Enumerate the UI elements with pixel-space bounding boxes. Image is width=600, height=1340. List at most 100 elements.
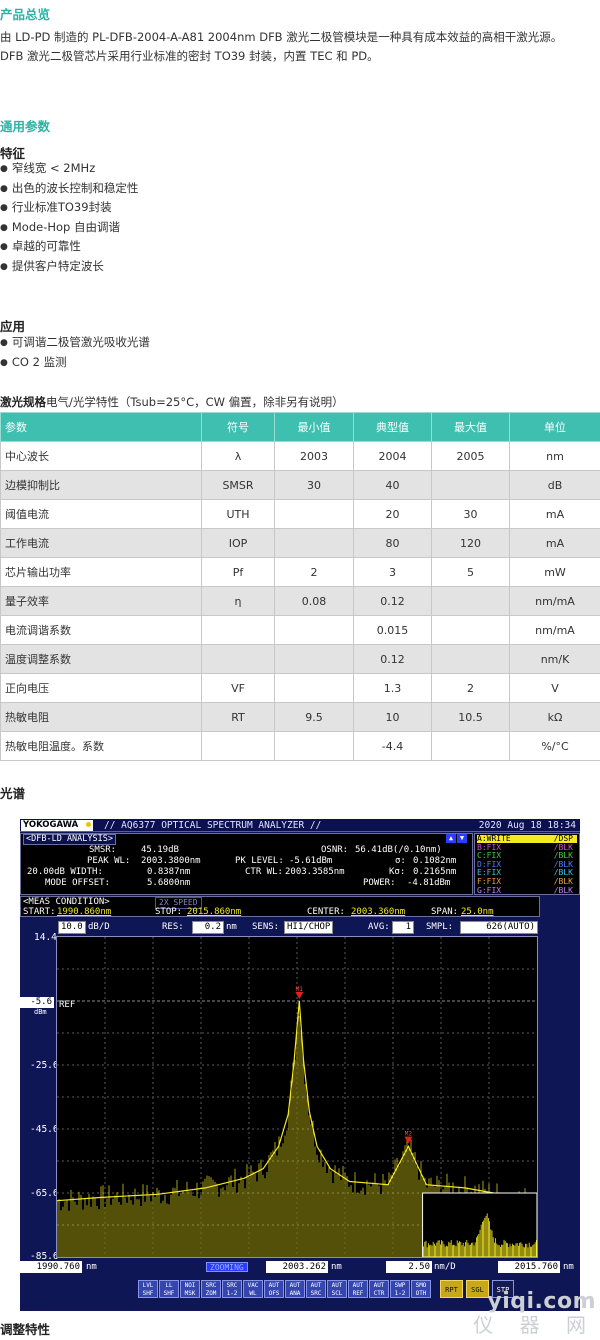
panel-scroll-buttons[interactable]: ▲ ▼ — [445, 834, 467, 843]
spec-value-cell: 80 — [353, 528, 432, 558]
sens-box[interactable]: HI1/CHOP — [284, 921, 334, 934]
spec-value-cell: η — [201, 586, 275, 616]
softkey-sublabel: CTR — [373, 1290, 385, 1297]
overview-line-1: 由 LD-PD 制造的 PL-DFB-2004-A-A81 2004nm DFB… — [0, 30, 563, 44]
spectrum-title: 光谱 — [0, 786, 26, 801]
spec-table: 参数 符号 最小值 典型值 最大值 单位 中心波长 λ 2003 2004 2005 nm 边模抑制比… — [0, 412, 600, 761]
span-label: SPAN: — [431, 907, 459, 917]
softkey-button[interactable]: AUT SRC — [306, 1280, 326, 1298]
settings-row: 10.0 dB/D RES: 0.2 nm SENS: HI1/CHOP AVG… — [20, 920, 580, 934]
softkey-sublabel: ZOM — [205, 1290, 217, 1297]
x-left-box[interactable]: 1990.760 — [20, 1261, 82, 1273]
softkey-label: AUT — [268, 1282, 280, 1289]
mode-offset-value: 5.6800nm — [147, 878, 191, 888]
res-label: RES: — [162, 922, 184, 932]
x-div-box[interactable]: 2.50 — [386, 1261, 432, 1273]
softkey-button[interactable]: SWP 1-2 — [390, 1280, 410, 1298]
res-box[interactable]: 0.2 — [192, 921, 224, 934]
spec-heading: 激光规格电气/光学特性（Tsub=25°C，CW 偏置，除非另有说明） — [0, 394, 344, 410]
x-right-box[interactable]: 2015.760 — [498, 1261, 560, 1273]
softkey-button[interactable]: SRC 1-2 — [222, 1280, 242, 1298]
softkey-label: SRC — [226, 1282, 238, 1289]
softkey-button[interactable]: SMO OTH — [411, 1280, 431, 1298]
spec-heading-bold: 激光规格 — [0, 395, 46, 409]
x-left-value: 1990.760 — [36, 1262, 80, 1272]
softkey-button[interactable]: RPT — [440, 1280, 463, 1298]
avg-value: 1 — [405, 922, 411, 932]
spec-value-cell: 2003 — [274, 441, 354, 471]
x-center-box[interactable]: 2003.262 — [266, 1261, 328, 1273]
watermark-line-1: yiqi.com — [487, 1289, 596, 1314]
overview-line-2: DFB 激光二极管芯片采用行业标准的密封 TO39 封装，内置 TEC 和 PD… — [0, 49, 379, 63]
scroll-down-icon[interactable]: ▼ — [457, 834, 467, 843]
application-item: CO 2 监测 — [0, 353, 150, 373]
softkey-button[interactable]: NOI MSK — [180, 1280, 200, 1298]
spec-row: 中心波长 λ 2003 2004 2005 nm — [0, 441, 600, 471]
span-value: 25.0nm — [461, 907, 494, 917]
spec-value-cell: IOP — [201, 528, 275, 558]
ctr-wl-value: 2003.3585nm — [285, 867, 345, 877]
softkey-button[interactable]: SRC ZOM — [201, 1280, 221, 1298]
spec-value-cell: 3 — [353, 557, 432, 587]
spec-value-cell: %/°C — [509, 731, 600, 761]
yokogawa-logo: YOKOGAWA — [21, 820, 93, 831]
meas-label: <MEAS CONDITION> — [23, 897, 110, 907]
softkey-button[interactable]: LVL SHF — [138, 1280, 158, 1298]
spec-param-cell: 阈值电流 — [0, 499, 202, 529]
softkey-button[interactable]: AUT REF — [348, 1280, 368, 1298]
trace-mode: /BLK — [553, 885, 573, 895]
softkey-sublabel: SHF — [142, 1290, 154, 1297]
osnr-label: OSNR: — [321, 845, 349, 855]
softkey-label: AUT — [373, 1282, 385, 1289]
spec-param-cell: 中心波长 — [0, 441, 202, 471]
softkey-button[interactable]: AUT OFS — [264, 1280, 284, 1298]
spec-value-cell — [274, 673, 354, 703]
smsr-label: SMSR: — [89, 845, 117, 855]
spec-row: 边模抑制比 SMSR 30 40 dB — [0, 470, 600, 500]
softkey-sublabel: SHF — [163, 1290, 175, 1297]
sigma-label: σ: — [395, 856, 406, 866]
meas-condition: <MEAS CONDITION> 2X SPEED START: 1990.86… — [20, 896, 540, 917]
spec-value-cell: mW — [509, 557, 600, 587]
spectrum-plot: M1 M2 — [56, 936, 538, 1258]
softkey-button[interactable]: LL SHF — [159, 1280, 179, 1298]
softkey-button[interactable]: VAC WL — [243, 1280, 263, 1298]
spec-value-cell: -4.4 — [353, 731, 432, 761]
x-div-value: 2.50 — [408, 1262, 430, 1272]
smpl-box[interactable]: 626(AUTO) — [460, 921, 538, 934]
softkey-label: LL — [165, 1282, 173, 1289]
logo-dot-icon — [86, 822, 91, 827]
softkey-label: LVL — [142, 1282, 154, 1289]
feature-item: 提供客户特定波长 — [0, 257, 138, 277]
spec-param-cell: 正向电压 — [0, 673, 202, 703]
softkey-sublabel: SRC — [310, 1290, 322, 1297]
ref-level-box[interactable]: -5.6 — [20, 997, 54, 1008]
softkey-sublabel: 1-2 — [226, 1290, 238, 1297]
spec-value-cell: VF — [201, 673, 275, 703]
softkey-button[interactable]: AUT SCL — [327, 1280, 347, 1298]
features-list: 窄线宽 < 2MHz 出色的波长控制和稳定性 行业标准TO39封装 Mode-H… — [0, 159, 139, 277]
avg-label: AVG: — [368, 922, 390, 932]
spec-value-cell: mA — [509, 528, 600, 558]
spec-param-cell: 量子效率 — [0, 586, 202, 616]
trace-item[interactable]: G:FIX/BLK — [477, 885, 577, 895]
spec-value-cell: 120 — [431, 528, 510, 558]
spec-value-cell: 0.015 — [353, 615, 432, 645]
feature-item: 卓越的可靠性 — [0, 237, 138, 257]
overview-text: 由 LD-PD 制造的 PL-DFB-2004-A-A81 2004nm DFB… — [0, 28, 598, 66]
softkey-button[interactable]: AUT CTR — [369, 1280, 389, 1298]
start-label: START: — [23, 907, 56, 917]
spec-value-cell — [431, 731, 510, 761]
smpl-value: 626(AUTO) — [486, 922, 535, 932]
smpl-label: SMPL: — [426, 922, 454, 932]
spec-value-cell: SMSR — [201, 470, 275, 500]
softkey-button[interactable]: AUT ANA — [285, 1280, 305, 1298]
spec-table-header: 参数 符号 最小值 典型值 最大值 单位 — [0, 412, 600, 442]
spec-value-cell: 0.08 — [274, 586, 354, 616]
scroll-up-icon[interactable]: ▲ — [446, 834, 456, 843]
avg-box[interactable]: 1 — [392, 921, 414, 934]
spec-value-cell: mA — [509, 499, 600, 529]
power-label: POWER: — [363, 878, 396, 888]
ksigma-value: 0.2165nm — [413, 867, 457, 877]
trace-mode: /BLK — [553, 851, 573, 861]
